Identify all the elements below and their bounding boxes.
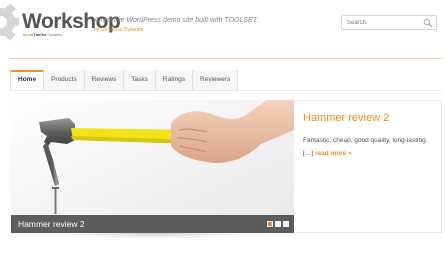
nav-tab-tasks[interactable]: Tasks xyxy=(124,70,156,90)
logo-brand-suffix: Systems xyxy=(47,32,63,37)
search-icon[interactable] xyxy=(423,18,433,28)
header-divider xyxy=(10,58,442,59)
slide-caption-bar: Hammer review 2 xyxy=(11,215,294,233)
pager-dot-2[interactable] xyxy=(275,221,281,227)
nav-tab-home[interactable]: Home xyxy=(10,70,45,90)
slider-pager xyxy=(267,221,289,227)
nav-tab-reviewers[interactable]: Reviewers xyxy=(192,70,239,90)
review-title[interactable]: Hammer review 2 xyxy=(303,111,389,125)
excerpt-ellipsis: […] xyxy=(303,150,314,157)
site-tagline: A real live WordPress demo site built wi… xyxy=(94,17,257,24)
excerpt-text: Fantastic, cheap, good quality, long-las… xyxy=(303,137,428,144)
pager-dot-3[interactable] xyxy=(283,221,289,227)
pager-dot-1[interactable] xyxy=(267,221,273,227)
gear-logo-icon xyxy=(0,3,19,41)
search-box xyxy=(341,15,437,30)
main-nav: Home Products Reviews Tasks Ratings Revi… xyxy=(10,70,239,91)
slider-shadow xyxy=(55,233,255,239)
tagline-by-link[interactable]: by OnTheGo Systems xyxy=(94,28,143,33)
review-excerpt: Fantastic, cheap, good quality, long-las… xyxy=(303,134,437,160)
nav-tab-ratings[interactable]: Ratings xyxy=(155,70,193,90)
search-input[interactable] xyxy=(347,17,419,28)
nav-tab-reviews[interactable]: Reviews xyxy=(84,70,125,90)
featured-slider[interactable]: Hammer review 2 xyxy=(11,100,294,233)
nav-tab-products[interactable]: Products xyxy=(44,70,85,90)
read-more-link[interactable]: read more » xyxy=(315,150,352,157)
logo-brand-line: by onTheGo Systems xyxy=(23,33,62,37)
hammer-slide-image[interactable] xyxy=(11,100,294,233)
logo-by-text: by xyxy=(23,32,28,37)
review-summary-panel: Hammer review 2 Fantastic, cheap, good q… xyxy=(295,100,442,233)
logo-brand-name: TheGo xyxy=(33,32,46,37)
slide-caption[interactable]: Hammer review 2 xyxy=(18,218,85,230)
